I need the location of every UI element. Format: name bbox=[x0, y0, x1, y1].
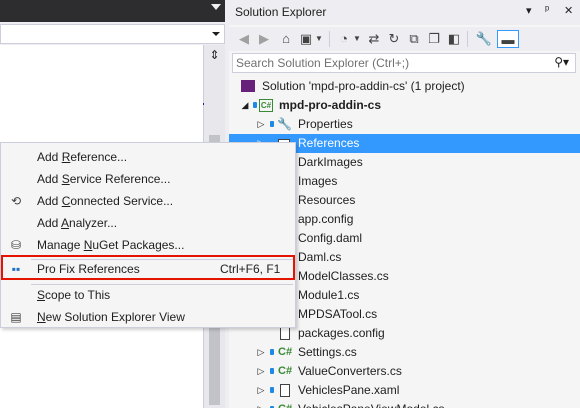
show-all-files-icon[interactable]: ❐ bbox=[425, 30, 443, 48]
tree-item-label: Resources bbox=[298, 193, 356, 207]
tree-item-vehiclespane-xaml[interactable]: ▷ VehiclesPane.xaml bbox=[229, 381, 580, 400]
file-icon bbox=[280, 327, 290, 340]
editor-titlebar bbox=[0, 0, 225, 22]
menu-item-scope-to-this[interactable]: Scope to This bbox=[2, 284, 295, 306]
menu-item-new-solution-explorer-view[interactable]: ▤ New Solution Explorer View bbox=[2, 306, 295, 328]
tree-item-label: Daml.cs bbox=[298, 250, 342, 264]
tree-item-settings-cs[interactable]: ▷ C# Settings.cs bbox=[229, 343, 580, 362]
refresh-icon[interactable]: ↻ bbox=[385, 30, 403, 48]
csharp-file-icon: C# bbox=[278, 346, 293, 358]
switch-views-icon[interactable]: ▣ bbox=[297, 30, 315, 48]
close-icon[interactable]: ✕ bbox=[564, 4, 573, 17]
menu-item-add-analyzer[interactable]: Add Analyzer... bbox=[2, 212, 295, 234]
menu-item-manage-nuget-packages[interactable]: ⛁ Manage NuGet Packages... bbox=[2, 234, 295, 256]
dropdown-arrow-icon[interactable] bbox=[211, 4, 221, 10]
menu-item-label: Add Connected Service... bbox=[37, 194, 174, 208]
tree-item-vehiclespaneviewmodel-cs[interactable]: ▷ C# VehiclesPaneViewModel.cs bbox=[229, 400, 580, 408]
lock-icon bbox=[270, 387, 274, 393]
search-icon[interactable]: ⚲▾ bbox=[554, 55, 569, 69]
chevron-down-icon[interactable]: ▼ bbox=[353, 30, 361, 48]
forward-icon[interactable]: ▶ bbox=[255, 30, 273, 48]
connected-service-icon: ⟲ bbox=[10, 194, 22, 208]
new-view-icon: ▤ bbox=[10, 310, 22, 324]
expanded-arrow-icon[interactable]: ◢ bbox=[240, 96, 250, 115]
references-context-menu: Add Reference... Add Service Reference..… bbox=[0, 142, 296, 328]
menu-item-label: Add Analyzer... bbox=[37, 216, 118, 230]
collapse-all-icon[interactable]: ⧉ bbox=[405, 30, 423, 48]
tree-item-label: Properties bbox=[298, 117, 353, 131]
menu-item-label: Add Reference... bbox=[37, 150, 128, 164]
lock-icon bbox=[270, 368, 274, 374]
menu-item-label: Add Service Reference... bbox=[37, 172, 171, 186]
chevron-down-icon[interactable] bbox=[212, 32, 220, 36]
collapsed-arrow-icon[interactable]: ▷ bbox=[256, 343, 266, 362]
tree-item-label: References bbox=[298, 136, 360, 150]
collapsed-arrow-icon[interactable]: ▷ bbox=[256, 362, 266, 381]
collapsed-arrow-icon[interactable]: ▷ bbox=[256, 400, 266, 408]
window-position-icon[interactable]: ▾ bbox=[526, 4, 532, 17]
search-box[interactable]: ⚲▾ bbox=[232, 53, 576, 73]
tree-item-label: Config.daml bbox=[298, 231, 363, 245]
xaml-file-icon bbox=[280, 384, 290, 397]
toolbar-separator bbox=[329, 31, 330, 47]
tree-item-label: packages.config bbox=[298, 326, 385, 340]
back-icon[interactable]: ◀ bbox=[235, 30, 253, 48]
collapsed-arrow-icon[interactable]: ▷ bbox=[256, 381, 266, 400]
wrench-icon: 🔧 bbox=[277, 117, 292, 131]
tree-item-label: DarkImages bbox=[298, 155, 363, 169]
split-window-icon[interactable]: ⇕ bbox=[207, 48, 222, 63]
tree-item-label: Solution 'mpd-pro-addin-cs' (1 project) bbox=[262, 79, 465, 93]
tree-item-label: MPDSATool.cs bbox=[298, 307, 378, 321]
nuget-icon: ⛁ bbox=[10, 238, 22, 252]
panel-title: Solution Explorer bbox=[235, 5, 327, 19]
tree-item-label: ModelClasses.cs bbox=[298, 269, 389, 283]
csharp-file-icon: C# bbox=[278, 403, 292, 408]
tree-item-solution[interactable]: Solution 'mpd-pro-addin-cs' (1 project) bbox=[229, 77, 580, 96]
menu-item-label: Scope to This bbox=[37, 288, 111, 302]
chevron-down-icon[interactable]: ▼ bbox=[315, 30, 323, 48]
preview-pane-icon[interactable]: ▬ bbox=[497, 30, 519, 48]
tree-item-label: VehiclesPane.xaml bbox=[298, 383, 400, 397]
lock-icon bbox=[270, 349, 274, 355]
menu-item-add-connected-service[interactable]: ⟲ Add Connected Service... bbox=[2, 190, 295, 212]
csharp-project-icon: C# bbox=[259, 99, 273, 112]
collapsed-arrow-icon[interactable]: ▷ bbox=[256, 115, 266, 134]
tree-item-project[interactable]: ◢ C# mpd-pro-addin-cs bbox=[229, 96, 580, 115]
pending-changes-filter-icon[interactable]: ◔ bbox=[335, 30, 353, 48]
editor-navigation-combo[interactable] bbox=[0, 24, 225, 44]
tree-item-label: Module1.cs bbox=[298, 288, 360, 302]
solution-explorer-toolbar: ◀ ▶ ⌂ ▣ ▼ ◔ ▼ ⇄ ↻ ⧉ ❐ ◧ 🔧 ▬ bbox=[229, 27, 580, 51]
menu-item-label: Manage NuGet Packages... bbox=[37, 238, 185, 252]
properties-wrench-icon[interactable]: 🔧 bbox=[475, 30, 493, 48]
sync-with-active-document-icon[interactable]: ⇄ bbox=[365, 30, 383, 48]
solution-explorer-titlebar: Solution Explorer ▾ ᵖ ✕ bbox=[229, 0, 580, 25]
pin-icon[interactable]: ᵖ bbox=[545, 4, 549, 16]
menu-item-label: New Solution Explorer View bbox=[37, 310, 185, 324]
search-input[interactable] bbox=[236, 55, 526, 71]
tree-item-label: Images bbox=[298, 174, 338, 188]
preview-selected-items-icon[interactable]: ◧ bbox=[445, 30, 463, 48]
tree-item-label: app.config bbox=[298, 212, 354, 226]
tree-item-label: mpd-pro-addin-cs bbox=[279, 98, 381, 112]
tree-item-properties[interactable]: ▷ 🔧 Properties bbox=[229, 115, 580, 134]
toolbar-separator bbox=[467, 31, 468, 47]
csharp-file-icon: C# bbox=[278, 365, 293, 377]
menu-item-add-reference[interactable]: Add Reference... bbox=[2, 146, 295, 168]
tree-item-label: Settings.cs bbox=[298, 345, 357, 359]
lock-icon bbox=[270, 121, 274, 127]
home-icon[interactable]: ⌂ bbox=[277, 30, 295, 48]
tree-item-label: VehiclesPaneViewModel.cs bbox=[298, 400, 445, 408]
solution-icon bbox=[241, 80, 255, 92]
menu-item-add-service-reference[interactable]: Add Service Reference... bbox=[2, 168, 295, 190]
tree-item-label: ValueConverters.cs bbox=[298, 364, 402, 378]
highlight-annotation-box bbox=[1, 255, 295, 280]
lock-icon bbox=[253, 102, 257, 108]
tree-item-valueconverters-cs[interactable]: ▷ C# ValueConverters.cs bbox=[229, 362, 580, 381]
